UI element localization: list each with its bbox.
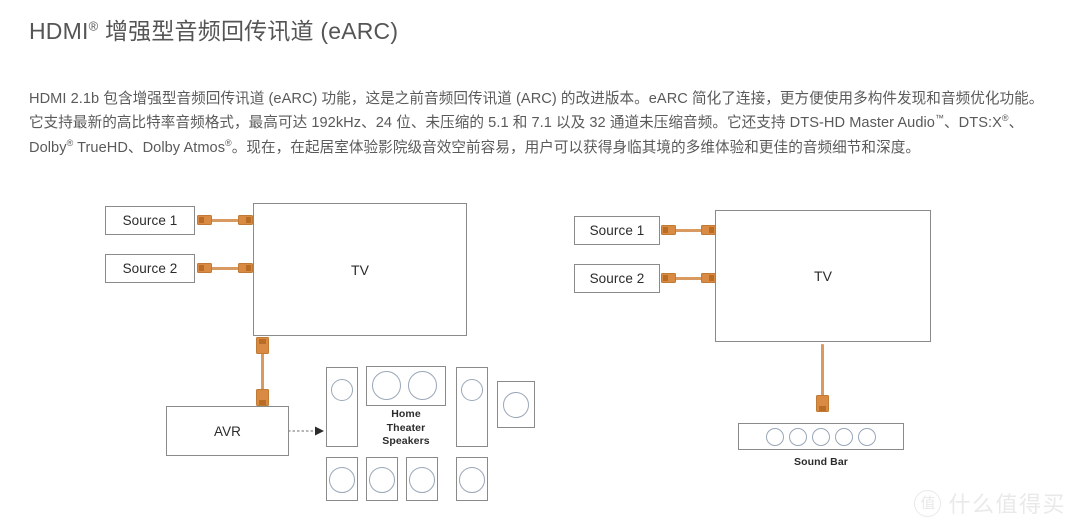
watermark-text: 什么值得买: [948, 492, 1066, 517]
speaker-driver-center-2: [408, 371, 437, 400]
right-earc-plug-tip-soundbar: [819, 406, 826, 411]
left-source2-label: Source 2: [122, 261, 178, 276]
avr-label: AVR: [213, 423, 242, 439]
caption-line-3: Speakers: [382, 435, 430, 447]
left-hdmi-plug-tip-source2-out: [198, 265, 204, 271]
left-hdmi-plug-tip-source1-out: [198, 217, 204, 223]
left-hdmi-plug-tip-source1-in: [246, 217, 251, 223]
soundbar-driver-1: [766, 428, 784, 446]
soundbar-driver-3: [812, 428, 830, 446]
body-text-part-5: 。现在，在起居室体验影院级音效空前容易，用户可以获得身临其境的多维体验和更佳的音…: [231, 139, 920, 156]
soundbar-caption: Sound Bar: [794, 456, 848, 468]
page-title: HDMI® 增强型音频回传讯道 (eARC): [29, 12, 398, 46]
speaker-driver-right-tower: [461, 379, 483, 401]
registered-mark-icon-3: ®: [225, 137, 232, 148]
page-title-prefix: HDMI: [29, 18, 89, 44]
speaker-driver-bottom-3: [409, 467, 435, 493]
left-source1-label: Source 1: [122, 213, 178, 228]
right-tv-label: TV: [813, 268, 833, 284]
right-hdmi-plug-tip-source2-in: [709, 275, 714, 281]
left-earc-plug-tip-avr: [259, 400, 266, 405]
speaker-driver-bottom-1: [329, 467, 355, 493]
earc-diagram: Source 1 Source 2 TV AVR Home Theater Sp…: [0, 188, 1080, 527]
right-hdmi-plug-tip-source1-out: [662, 227, 668, 233]
page-title-rest: 增强型音频回传讯道 (eARC): [98, 18, 399, 44]
home-theater-speakers-caption: Home Theater Speakers: [366, 408, 446, 449]
avr-to-speakers-arrow: [288, 426, 324, 436]
speaker-driver-left-tower: [331, 379, 353, 401]
right-hdmi-plug-tip-source1-in: [709, 227, 714, 233]
left-tv-label: TV: [350, 261, 370, 278]
speaker-driver-center-1: [372, 371, 401, 400]
registered-mark-icon: ®: [88, 18, 99, 34]
watermark-logo-icon: 值: [914, 489, 942, 517]
right-source2-label: Source 2: [589, 271, 645, 286]
trademark-mark-icon: ™: [934, 113, 945, 124]
body-text-part-4: TrueHD、Dolby Atmos: [73, 139, 226, 156]
body-text-part-2: 、DTS:X: [944, 115, 1002, 132]
left-hdmi-plug-tip-source2-in: [246, 265, 251, 271]
left-earc-plug-tip-tv: [259, 338, 266, 344]
watermark: 值 什么值得买: [914, 487, 1066, 519]
soundbar-driver-4: [835, 428, 853, 446]
speaker-driver-far-right: [503, 392, 529, 418]
soundbar-driver-5: [858, 428, 876, 446]
soundbar-driver-2: [789, 428, 807, 446]
speaker-driver-bottom-4: [459, 467, 485, 493]
caption-line-2: Theater: [386, 421, 426, 434]
body-paragraph: HDMI 2.1b 包含增强型音频回传讯道 (eARC) 功能，这是之前音频回传…: [29, 87, 1048, 161]
registered-mark-icon-1: ®: [1001, 113, 1009, 124]
caption-line-1: Home: [391, 408, 421, 420]
right-source1-label: Source 1: [589, 223, 645, 238]
speaker-driver-bottom-2: [369, 467, 395, 493]
body-text-part-1: HDMI 2.1b 包含增强型音频回传讯道 (eARC) 功能，这是之前音频回传…: [29, 90, 1044, 132]
right-hdmi-plug-tip-source2-out: [662, 275, 668, 281]
